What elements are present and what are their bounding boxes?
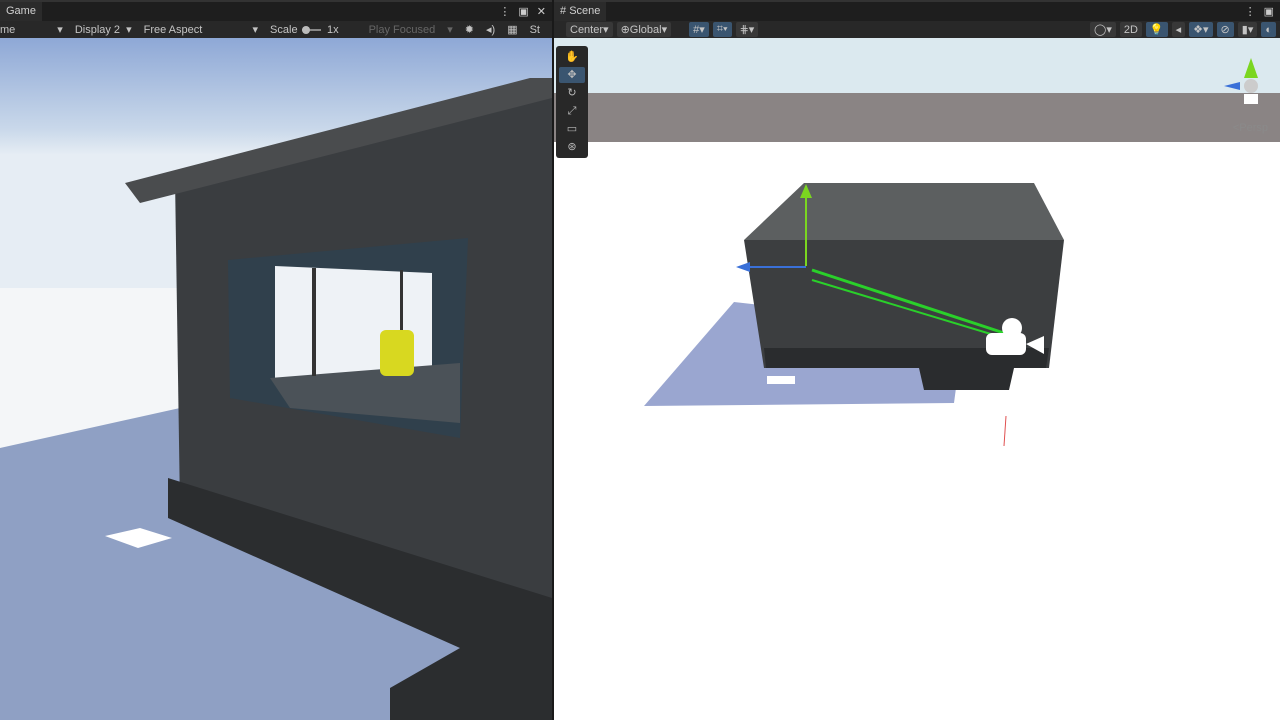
game-toolbar: me ▾ Display 2 ▾ Free Aspect ▾ Scale 1x … [0,21,552,38]
scale-tool-icon[interactable]: ⤢ [559,103,585,119]
display-dropdown[interactable]: Display 2 [75,24,120,36]
scene-toolbar: Center ▾ ⊕ Global ▾ #▾ ⌗▾ ⋕▾ ◯▾ 2D 💡 ◂ ❖▾ ⊘… [554,21,1280,38]
chevron-down-icon: ▾ [126,24,132,36]
pivot-dropdown[interactable]: Center ▾ [566,22,613,37]
stats-button[interactable]: St [530,24,540,36]
grid-snap-button[interactable]: #▾ [689,22,709,37]
hand-tool-icon[interactable]: ✋ [559,49,585,65]
yellow-object [380,330,414,376]
grid-icon: # [560,5,567,17]
bug-icon[interactable]: ✹ [465,23,474,36]
audio-icon[interactable]: ◂) [486,23,495,36]
effects-dropdown[interactable]: ❖▾ [1189,22,1213,37]
chevron-down-icon: ▾ [57,24,63,36]
gizmos-icon[interactable]: ◐ [1261,22,1276,37]
aspect-dropdown[interactable]: Free Aspect [144,24,241,36]
space-dropdown[interactable]: ⊕ Global ▾ [616,22,672,37]
draw-mode-dropdown[interactable]: ◯▾ [1090,22,1116,37]
audio-toggle-icon[interactable]: ◂ [1171,22,1186,37]
lighting-toggle-icon[interactable]: 💡 [1145,22,1168,37]
2d-toggle[interactable]: 2D [1119,22,1142,37]
scene-view-panel: # Scene ⋮ ▣ Center ▾ ⊕ Global ▾ #▾ ⌗▾ ⋕▾ ◯▾ … [554,0,1280,720]
rect-tool-icon[interactable]: ▭ [559,121,585,137]
game-view-panel: Game ⋮ ▣ ✕ me ▾ Display 2 ▾ Free Aspect ▾ … [0,0,552,720]
more-options-icon[interactable]: ⋮ [499,5,510,18]
grid-visibility-button[interactable]: ⋕▾ [735,22,759,37]
scene-render [554,38,1280,720]
tab-scene[interactable]: # Scene [554,2,607,21]
close-icon[interactable]: ✕ [537,5,546,18]
game-tab-bar: Game ⋮ ▣ ✕ [0,0,552,21]
maximize-icon[interactable]: ▣ [518,5,528,18]
game-render [0,38,552,720]
game-mode-dropdown[interactable]: me [0,24,15,36]
scene-tab-bar: # Scene ⋮ ▣ [554,0,1280,21]
camera-dropdown[interactable]: ▮▾ [1237,22,1258,37]
scale-value: 1x [326,23,339,36]
game-viewport[interactable] [0,38,552,720]
play-mode-dropdown[interactable]: Play Focused [369,24,436,36]
chevron-down-icon: ▾ [252,24,259,36]
snap-increment-button[interactable]: ⌗▾ [712,22,732,37]
tool-palette: ✋ ✥ ↻ ⤢ ▭ ⊛ [556,46,588,158]
keyboard-icon[interactable]: ▦ [507,23,517,36]
move-tool-icon[interactable]: ✥ [559,67,585,83]
projection-label[interactable]: <Persp [1233,122,1268,134]
scale-slider[interactable] [301,25,321,34]
transform-tool-icon[interactable]: ⊛ [559,139,585,155]
tab-game[interactable]: Game [0,2,42,21]
rotate-tool-icon[interactable]: ↻ [559,85,585,101]
chevron-down-icon: ▾ [447,24,453,36]
scale-label: Scale [270,23,298,36]
hidden-objects-icon[interactable]: ⊘ [1216,22,1234,37]
maximize-icon[interactable]: ▣ [1264,5,1274,18]
scene-viewport[interactable]: ✋ ✥ ↻ ⤢ ▭ ⊛ <Persp [554,38,1280,720]
more-options-icon[interactable]: ⋮ [1245,5,1256,18]
